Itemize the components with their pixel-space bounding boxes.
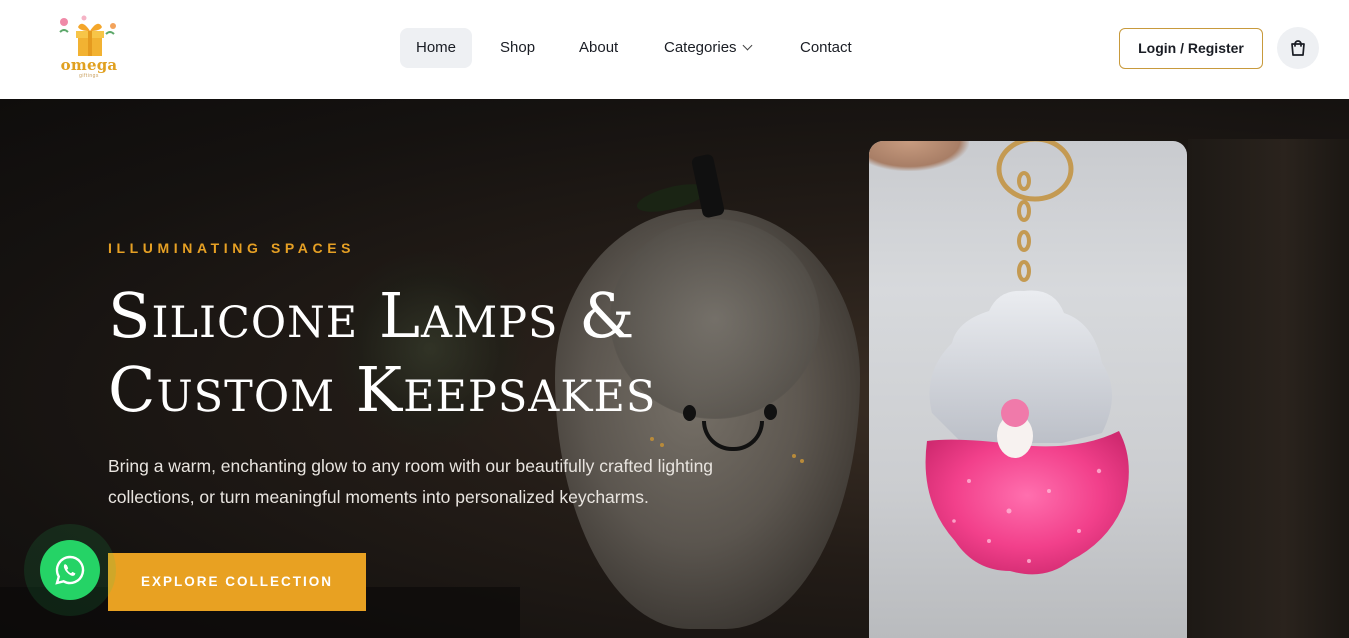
brand-tagline: giftings xyxy=(79,73,99,79)
hero-kicker: ILLUMINATING SPACES xyxy=(108,240,356,256)
nav-categories[interactable]: Categories xyxy=(648,28,767,68)
nav-shop[interactable]: Shop xyxy=(484,28,551,68)
nav-home[interactable]: Home xyxy=(400,28,473,68)
pear-cheek-dot xyxy=(660,443,664,447)
hero-section: ILLUMINATING SPACES Silicone Lamps & Cus… xyxy=(0,99,1349,638)
background-wall xyxy=(1188,139,1349,638)
hero-headline: Silicone Lamps & Custom Keepsakes xyxy=(108,279,808,427)
pear-cheek-dot xyxy=(800,459,804,463)
chevron-down-icon xyxy=(742,40,752,51)
explore-collection-button[interactable]: EXPLORE COLLECTION xyxy=(108,553,366,611)
nav-categories-label: Categories xyxy=(664,39,737,56)
pear-cheek-dot xyxy=(792,454,796,458)
shopping-bag-icon xyxy=(1291,40,1305,56)
hero-description: Bring a warm, enchanting glow to any roo… xyxy=(108,456,714,507)
site-header: omega giftings Home Shop About Categorie… xyxy=(0,0,1349,99)
pear-cheek-dot xyxy=(650,437,654,441)
brand-logo[interactable]: omega giftings xyxy=(54,14,124,80)
gift-box-icon xyxy=(59,15,116,56)
hero-headline-line2: Custom Keepsakes xyxy=(108,353,657,426)
nav-about[interactable]: About xyxy=(563,28,634,68)
keychain-product-image xyxy=(869,141,1187,638)
cart-button[interactable] xyxy=(1277,27,1319,69)
nav-contact[interactable]: Contact xyxy=(784,28,868,68)
hero-headline-line1: Silicone Lamps & xyxy=(108,279,636,352)
whatsapp-button[interactable] xyxy=(40,540,100,600)
brand-name: omega xyxy=(60,56,118,74)
whatsapp-icon xyxy=(55,555,85,585)
login-register-button[interactable]: Login / Register xyxy=(1119,28,1263,69)
keychain-illustration xyxy=(925,141,1129,575)
